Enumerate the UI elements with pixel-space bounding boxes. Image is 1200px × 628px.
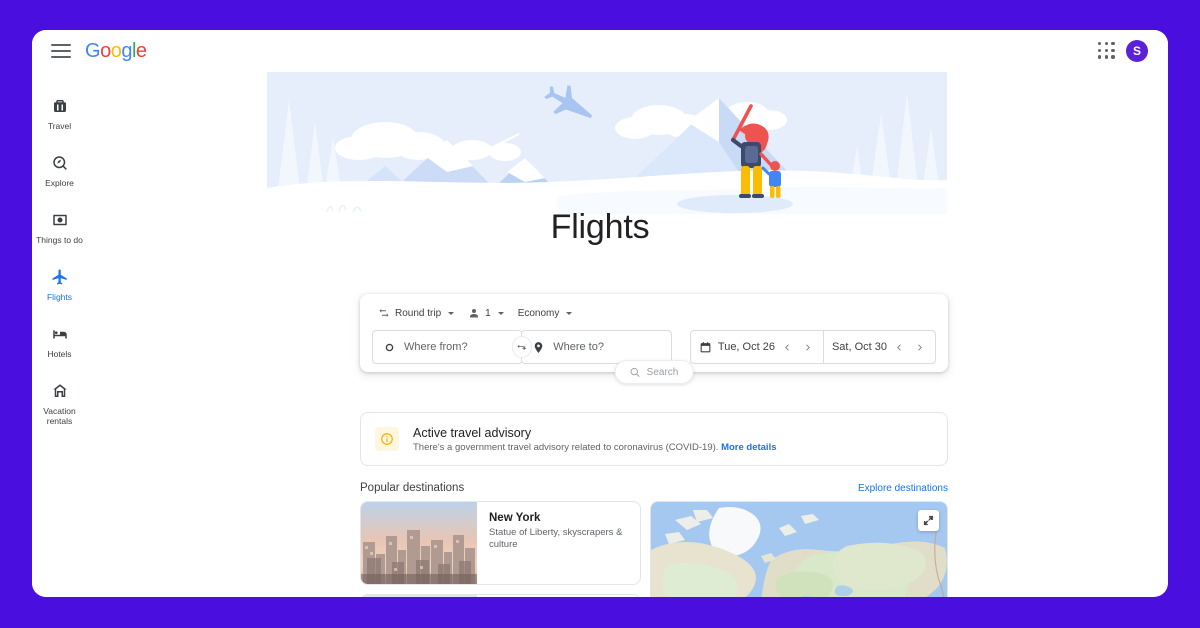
search-fields-row: Where from? Where to? Tue, Oct 26 Sat, O… (372, 330, 936, 364)
sidebar-item-label: Travel (47, 121, 72, 131)
circle-icon (385, 343, 394, 351)
destination-photo (361, 595, 477, 597)
passengers-count: 1 (485, 307, 491, 319)
chevron-left-icon (785, 344, 790, 350)
popular-destinations-header: Popular destinations Explore destination… (360, 482, 948, 494)
depart-next-day-button[interactable] (801, 340, 815, 354)
main-content: Round trip 1 Economy Where from? Where t… (87, 72, 1168, 597)
date-range-picker: Tue, Oct 26 Sat, Oct 30 (689, 330, 936, 364)
destination-card-list: New York Statue of Liberty, skyscrapers … (360, 501, 641, 597)
origin-placeholder: Where from? (404, 341, 468, 353)
logo-letter: e (135, 39, 147, 62)
calendar-icon (700, 341, 711, 352)
destination-input[interactable]: Where to? (521, 330, 672, 364)
depart-date-segment: Tue, Oct 26 (691, 331, 823, 363)
travel-advisory-banner: Active travel advisory There's a governm… (360, 412, 948, 466)
info-glyph-icon (381, 433, 393, 445)
expand-diagonal-icon (923, 515, 934, 526)
browser-window: Google S Travel Explore Things to do Fli… (32, 30, 1168, 597)
sidebar-nav: Travel Explore Things to do Flights Hote (32, 72, 87, 597)
return-date-segment: Sat, Oct 30 (822, 331, 935, 363)
luggage-icon (50, 96, 70, 116)
sidebar-item-flights[interactable]: Flights (32, 267, 87, 302)
sidebar-item-label: Hotels (47, 349, 72, 360)
trip-options-row: Round trip 1 Economy (372, 303, 936, 323)
trip-type-label: Round trip (395, 307, 442, 319)
swap-arrows-icon (517, 344, 527, 350)
sidebar-item-travel[interactable]: Travel (32, 96, 87, 131)
avatar[interactable]: S (1126, 40, 1148, 62)
abu-dhabi-skyline-image (361, 595, 477, 597)
explore-icon (50, 153, 70, 173)
return-next-day-button[interactable] (913, 340, 927, 354)
info-icon (375, 427, 399, 451)
depart-date[interactable]: Tue, Oct 26 (718, 341, 775, 353)
vacation-rental-icon (50, 381, 70, 401)
origin-input[interactable]: Where from? (372, 330, 523, 364)
logo-letter: G (85, 39, 101, 62)
search-button[interactable]: Search (614, 360, 694, 384)
hotel-icon (50, 324, 70, 344)
google-apps-icon[interactable] (1098, 42, 1116, 60)
advisory-description: There's a government travel advisory rel… (413, 442, 777, 453)
sidebar-item-hotels[interactable]: Hotels (32, 324, 87, 359)
popular-destinations-title: Popular destinations (360, 482, 465, 494)
flight-search-card: Round trip 1 Economy Where from? Where t… (360, 294, 948, 384)
person-icon (470, 309, 479, 318)
sidebar-item-explore[interactable]: Explore (32, 153, 87, 188)
destination-card[interactable]: Abu Dhabi Sheikh Zayed Mosque, malls & (360, 594, 641, 597)
top-app-bar: Google S (32, 30, 1168, 72)
main-menu-icon[interactable] (51, 44, 71, 58)
destination-placeholder: Where to? (553, 341, 604, 353)
search-icon (630, 367, 640, 377)
chevron-down-icon (497, 311, 504, 315)
chevron-right-icon (918, 344, 923, 350)
swap-horizontal-icon (379, 309, 389, 317)
things-to-do-icon (50, 210, 70, 230)
google-logo[interactable]: Google (85, 40, 147, 63)
passengers-selector[interactable]: 1 (462, 305, 510, 321)
logo-letter: o (110, 39, 122, 62)
destination-name: New York (489, 512, 541, 524)
sidebar-item-label: Things to do (36, 235, 83, 246)
top-bar-actions: S (1098, 40, 1156, 62)
expand-map-button[interactable] (918, 510, 939, 531)
sidebar-item-vacation-rentals[interactable]: Vacation rentals (32, 381, 87, 426)
chevron-down-icon (448, 311, 455, 315)
map-markers (651, 502, 948, 597)
destination-photo (361, 502, 477, 584)
advisory-body-text: There's a government travel advisory rel… (413, 441, 719, 453)
chevron-right-icon (806, 344, 811, 350)
return-date[interactable]: Sat, Oct 30 (832, 341, 887, 353)
advisory-more-details-link[interactable]: More details (721, 442, 776, 453)
swap-button[interactable] (511, 336, 533, 358)
cabin-class-selector[interactable]: Economy (512, 306, 579, 321)
flight-icon (50, 267, 70, 287)
cabin-class-label: Economy (517, 307, 560, 319)
trip-type-selector[interactable]: Round trip (372, 305, 460, 321)
depart-prev-day-button[interactable] (781, 340, 795, 354)
advisory-text-block: Active travel advisory There's a governm… (413, 426, 777, 453)
destinations-map[interactable] (650, 501, 948, 597)
destination-description: Statue of Liberty, skyscrapers & culture (489, 527, 623, 550)
sidebar-item-label: Flights (46, 292, 73, 303)
advisory-title: Active travel advisory (413, 425, 532, 440)
sidebar-item-label: Vacation rentals (43, 406, 76, 427)
logo-letter: o (100, 39, 111, 62)
sidebar-item-label: Explore (45, 178, 74, 189)
destination-info: Abu Dhabi Sheikh Zayed Mosque, malls & (477, 595, 630, 597)
search-button-label: Search (646, 366, 679, 378)
logo-letter: g (121, 39, 132, 62)
destination-card[interactable]: New York Statue of Liberty, skyscrapers … (360, 501, 641, 585)
sidebar-item-things-to-do[interactable]: Things to do (32, 210, 87, 245)
chevron-left-icon (897, 344, 902, 350)
explore-destinations-link[interactable]: Explore destinations (858, 483, 948, 494)
nyc-skyline-sunset-image (361, 502, 477, 584)
chevron-down-icon (566, 311, 573, 315)
return-prev-day-button[interactable] (893, 340, 907, 354)
location-pin-icon (534, 341, 543, 353)
destination-info: New York Statue of Liberty, skyscrapers … (477, 502, 640, 584)
